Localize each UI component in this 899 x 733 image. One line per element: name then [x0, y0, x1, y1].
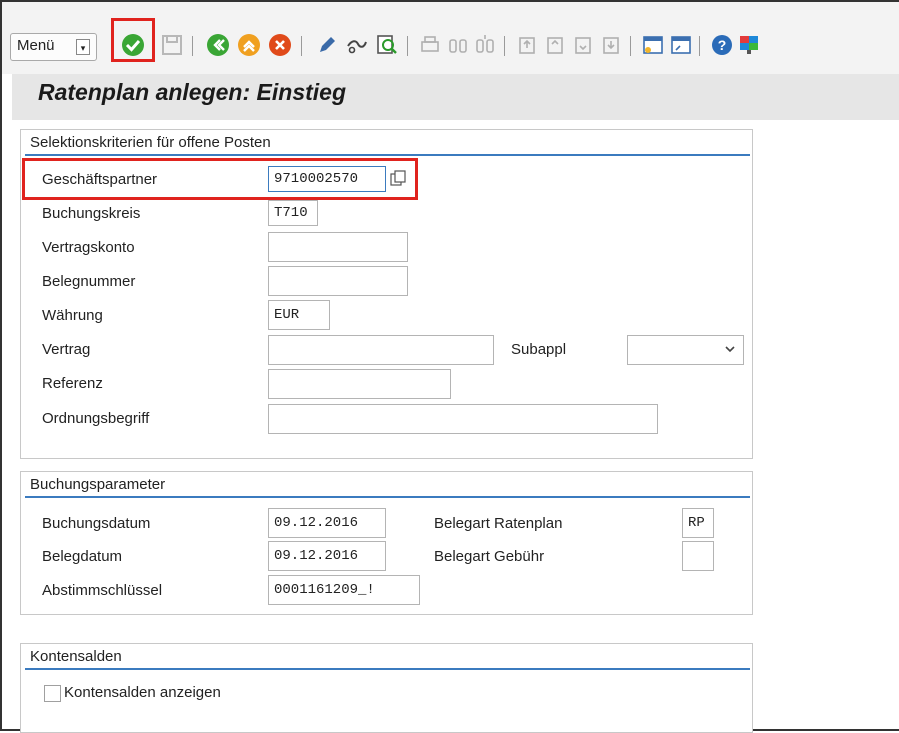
- belegart-ratenplan-label: Belegart Ratenplan: [434, 515, 563, 532]
- buchungsparameter-group-title: Buchungsparameter: [30, 476, 166, 493]
- belegnummer-input[interactable]: [268, 266, 408, 296]
- toolbar-separator: [504, 36, 505, 56]
- layout-icon[interactable]: [736, 32, 762, 58]
- cancel-icon[interactable]: [267, 32, 293, 58]
- help-icon[interactable]: ?: [709, 32, 735, 58]
- edit-icon[interactable]: [314, 32, 340, 58]
- svg-text:?: ?: [718, 37, 727, 53]
- print-icon[interactable]: [417, 32, 443, 58]
- buchungskreis-label: Buchungskreis: [42, 205, 141, 222]
- referenz-input[interactable]: [268, 369, 451, 399]
- group-divider: [25, 154, 750, 156]
- belegart-gebuehr-input[interactable]: [682, 541, 714, 571]
- prev-page-icon[interactable]: [542, 32, 568, 58]
- menu-dropdown-icon: ▾: [76, 39, 90, 55]
- find-icon[interactable]: [374, 32, 400, 58]
- ordnungsbegriff-input[interactable]: [268, 404, 658, 434]
- abstimmschluessel-input[interactable]: 0001161209_!: [268, 575, 420, 605]
- ok-icon[interactable]: [120, 32, 146, 58]
- toolbar: Menü ▾ ?: [2, 2, 899, 74]
- belegart-gebuehr-label: Belegart Gebühr: [434, 548, 545, 565]
- vertrag-input[interactable]: [268, 335, 494, 365]
- vertrag-label: Vertrag: [42, 341, 91, 358]
- geschaeftspartner-label: Geschäftspartner: [42, 171, 158, 188]
- first-page-icon[interactable]: [514, 32, 540, 58]
- belegdatum-label: Belegdatum: [42, 548, 123, 565]
- belegnummer-label: Belegnummer: [42, 273, 136, 290]
- kontensalden-checkbox-label[interactable]: Kontensalden anzeigen: [64, 684, 221, 701]
- buchungskreis-input[interactable]: T710: [268, 200, 318, 226]
- chevron-down-icon[interactable]: [724, 343, 736, 355]
- next-page-icon[interactable]: [570, 32, 596, 58]
- buchungsdatum-label: Buchungsdatum: [42, 515, 151, 532]
- sap-window: Menü ▾ ? Ratenplan anlegen: Einstieg Sel…: [0, 0, 899, 733]
- group-divider: [25, 668, 750, 670]
- group-divider: [25, 496, 750, 498]
- back-icon[interactable]: [205, 32, 231, 58]
- belegart-ratenplan-input[interactable]: RP: [682, 508, 714, 538]
- abstimmschluessel-label: Abstimmschlüssel: [42, 582, 163, 599]
- buchungsdatum-input[interactable]: 09.12.2016: [268, 508, 386, 538]
- geschaeftspartner-input[interactable]: 9710002570: [268, 166, 386, 192]
- last-page-icon[interactable]: [598, 32, 624, 58]
- waehrung-input[interactable]: EUR: [268, 300, 330, 330]
- kontensalden-checkbox[interactable]: [44, 685, 61, 702]
- vertragskonto-input[interactable]: [268, 232, 408, 262]
- exit-icon[interactable]: [236, 32, 262, 58]
- menu-button[interactable]: Menü ▾: [10, 33, 97, 61]
- subappl-label: Subappl: [511, 341, 567, 358]
- new-session-icon[interactable]: [640, 32, 666, 58]
- save-icon[interactable]: [159, 32, 185, 58]
- ordnungsbegriff-label: Ordnungsbegriff: [42, 410, 150, 427]
- waehrung-label: Währung: [42, 307, 103, 324]
- search-next-icon[interactable]: [472, 32, 498, 58]
- kontensalden-group-title: Kontensalden: [30, 648, 122, 665]
- toolbar-separator: [301, 36, 302, 56]
- belegdatum-input[interactable]: 09.12.2016: [268, 541, 386, 571]
- menu-label: Menü: [17, 37, 55, 54]
- page-title: Ratenplan anlegen: Einstieg: [38, 79, 346, 105]
- toolbar-separator: [699, 36, 700, 56]
- toolbar-separator: [407, 36, 408, 56]
- search-icon[interactable]: [445, 32, 471, 58]
- selection-group-title: Selektionskriterien für offene Posten: [30, 134, 271, 151]
- display-icon[interactable]: [344, 32, 370, 58]
- toolbar-separator: [630, 36, 631, 56]
- search-help-icon[interactable]: [390, 170, 406, 186]
- title-bar: Ratenplan anlegen: Einstieg: [12, 74, 899, 120]
- referenz-label: Referenz: [42, 375, 103, 392]
- shortcut-icon[interactable]: [668, 32, 694, 58]
- toolbar-separator: [192, 36, 193, 56]
- vertragskonto-label: Vertragskonto: [42, 239, 135, 256]
